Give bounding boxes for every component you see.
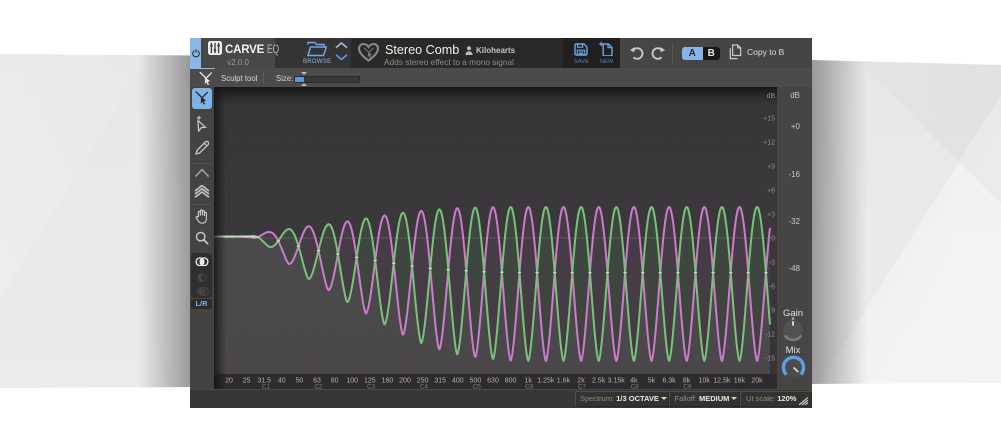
svg-text:3.15k: 3.15k	[608, 377, 626, 384]
svg-text:40: 40	[278, 377, 286, 384]
svg-text:200: 200	[399, 377, 411, 384]
svg-text:-6: -6	[769, 283, 775, 290]
svg-text:10k: 10k	[699, 377, 711, 384]
svg-text:100: 100	[346, 377, 358, 384]
svg-text:80: 80	[331, 377, 339, 384]
svg-text:-9: -9	[769, 307, 775, 314]
svg-text:+0: +0	[767, 235, 775, 242]
svg-text:16k: 16k	[734, 377, 746, 384]
svg-text:+9: +9	[767, 163, 775, 170]
svg-text:1.6k: 1.6k	[557, 377, 571, 384]
svg-text:315: 315	[434, 377, 446, 384]
svg-text:+12: +12	[763, 139, 775, 146]
svg-text:dB: dB	[766, 93, 775, 100]
svg-text:630: 630	[487, 377, 499, 384]
svg-text:12.5k: 12.5k	[713, 377, 731, 384]
svg-text:-12: -12	[765, 331, 775, 338]
svg-text:25: 25	[243, 377, 251, 384]
svg-text:20: 20	[225, 377, 233, 384]
svg-text:2.5k: 2.5k	[592, 377, 606, 384]
svg-text:160: 160	[382, 377, 394, 384]
svg-text:+3: +3	[767, 211, 775, 218]
svg-text:5k: 5k	[648, 377, 656, 384]
svg-text:-3: -3	[769, 259, 775, 266]
svg-text:+15: +15	[763, 115, 775, 122]
svg-text:-15: -15	[765, 355, 775, 362]
svg-text:50: 50	[296, 377, 304, 384]
svg-text:800: 800	[505, 377, 517, 384]
svg-text:1.25k: 1.25k	[537, 377, 555, 384]
svg-text:400: 400	[452, 377, 464, 384]
svg-text:+6: +6	[767, 187, 775, 194]
svg-text:6.3k: 6.3k	[662, 377, 676, 384]
svg-text:20k: 20k	[751, 377, 763, 384]
